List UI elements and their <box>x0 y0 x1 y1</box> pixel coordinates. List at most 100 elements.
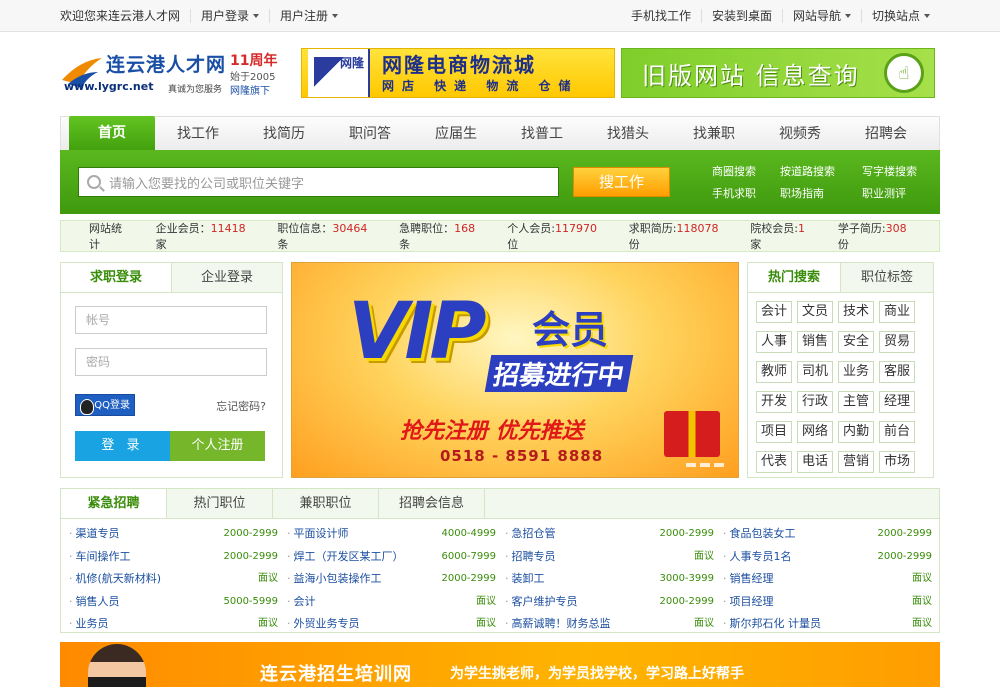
tab-hot-search[interactable]: 热门搜索 <box>748 263 841 292</box>
job-tab[interactable]: 招聘会信息 <box>379 489 485 518</box>
job-item[interactable]: 客户维护专员 2000-2999 <box>505 591 722 614</box>
ad-banner-old-site[interactable]: 旧版网站 信息查询 ☝ <box>621 48 935 98</box>
tab-jobseeker-login[interactable]: 求职登录 <box>61 263 172 292</box>
password-field[interactable]: 密码 <box>75 348 267 376</box>
job-tag[interactable]: 开发 <box>756 391 792 413</box>
nav-item[interactable]: 找普工 <box>499 118 585 150</box>
job-title[interactable]: 招聘专员 <box>505 546 556 569</box>
job-tag[interactable]: 营销 <box>838 451 874 473</box>
user-register-menu[interactable]: 用户注册 <box>269 8 348 23</box>
nav-item[interactable]: 找猎头 <box>585 118 671 150</box>
job-title[interactable]: 食品包装女工 <box>723 523 796 546</box>
job-title[interactable]: 高薪诚聘！财务总监 <box>505 613 611 636</box>
job-title[interactable]: 客户维护专员 <box>505 591 578 614</box>
nav-item[interactable]: 职问答 <box>327 118 413 150</box>
job-title[interactable]: 渠道专员 <box>69 523 120 546</box>
quick-link[interactable]: 按道路搜索 <box>780 163 862 179</box>
quick-link[interactable]: 手机求职 <box>712 185 780 201</box>
install-desktop-link[interactable]: 安装到桌面 <box>700 8 782 23</box>
job-item[interactable]: 焊工（开发区某工厂） 6000-7999 <box>287 546 504 569</box>
job-tag[interactable]: 人事 <box>756 331 792 353</box>
job-item[interactable]: 急招仓管 2000-2999 <box>505 523 722 546</box>
job-item[interactable]: 益海小包装操作工 2000-2999 <box>287 568 504 591</box>
ad-banner-logistics[interactable]: 网隆 网隆电商物流城 网店 快递 物流 仓储 <box>301 48 615 98</box>
job-item[interactable]: 装卸工 3000-3999 <box>505 568 722 591</box>
job-title[interactable]: 斯尔邦石化 计量员 <box>723 613 822 636</box>
job-item[interactable]: 食品包装女工 2000-2999 <box>723 523 940 546</box>
job-item[interactable]: 渠道专员 2000-2999 <box>69 523 286 546</box>
job-title[interactable]: 装卸工 <box>505 568 545 591</box>
job-title[interactable]: 销售经理 <box>723 568 774 591</box>
job-item[interactable]: 平面设计师 4000-4999 <box>287 523 504 546</box>
job-tag[interactable]: 教师 <box>756 361 792 383</box>
job-item[interactable]: 斯尔邦石化 计量员 面议 <box>723 613 940 636</box>
job-title[interactable]: 外贸业务专员 <box>287 613 360 636</box>
nav-item[interactable]: 找兼职 <box>671 118 757 150</box>
mobile-job-link[interactable]: 手机找工作 <box>621 9 701 23</box>
job-tag[interactable]: 技术 <box>838 301 874 323</box>
forgot-password-link[interactable]: 忘记密码? <box>216 398 266 414</box>
vip-banner[interactable]: VIP 会员 招募进行中 抢先注册 优先推送 0518 - 8591 8888 <box>291 262 739 478</box>
training-banner[interactable]: 连云港招生培训网 为学生挑老师，为学员找学校，学习路上好帮手 <box>60 642 940 687</box>
job-tab[interactable]: 热门职位 <box>167 489 273 518</box>
nav-item[interactable]: 应届生 <box>413 118 499 150</box>
nav-item[interactable]: 找简历 <box>241 118 327 150</box>
job-title[interactable]: 项目经理 <box>723 591 774 614</box>
account-field[interactable]: 帐号 <box>75 306 267 334</box>
login-button[interactable]: 登 录 <box>75 431 170 461</box>
quick-link[interactable]: 职场指南 <box>780 185 862 201</box>
job-tag[interactable]: 贸易 <box>879 331 915 353</box>
quick-link[interactable]: 商圈搜索 <box>712 163 780 179</box>
job-title[interactable]: 会计 <box>287 591 316 614</box>
job-tag[interactable]: 司机 <box>797 361 833 383</box>
job-tab[interactable]: 紧急招聘 <box>61 489 167 518</box>
job-tag[interactable]: 市场 <box>879 451 915 473</box>
search-input[interactable]: 请输入您要找的公司或职位关键字 <box>78 167 560 197</box>
job-tag[interactable]: 安全 <box>838 331 874 353</box>
job-tag[interactable]: 会计 <box>756 301 792 323</box>
job-tag[interactable]: 代表 <box>756 451 792 473</box>
site-nav-menu[interactable]: 网站导航 <box>781 8 861 23</box>
job-tag[interactable]: 主管 <box>838 391 874 413</box>
carousel-dots[interactable] <box>686 463 724 467</box>
job-item[interactable]: 销售经理 面议 <box>723 568 940 591</box>
job-title[interactable]: 车间操作工 <box>69 546 131 569</box>
job-title[interactable]: 业务员 <box>69 613 109 636</box>
nav-item[interactable]: 视频秀 <box>757 118 843 150</box>
job-item[interactable]: 机修(航天新材料) 面议 <box>69 568 286 591</box>
job-item[interactable]: 销售人员 5000-5999 <box>69 591 286 614</box>
job-item[interactable]: 项目经理 面议 <box>723 591 940 614</box>
switch-site-menu[interactable]: 切换站点 <box>860 8 940 23</box>
job-tag[interactable]: 内勤 <box>838 421 874 443</box>
job-title[interactable]: 机修(航天新材料) <box>69 568 162 591</box>
job-tag[interactable]: 项目 <box>756 421 792 443</box>
job-item[interactable]: 车间操作工 2000-2999 <box>69 546 286 569</box>
job-tag[interactable]: 行政 <box>797 391 833 413</box>
quick-link[interactable]: 写字楼搜索 <box>862 163 940 179</box>
nav-item[interactable]: 找工作 <box>155 118 241 150</box>
job-tag[interactable]: 网络 <box>797 421 833 443</box>
job-title[interactable]: 焊工（开发区某工厂） <box>287 546 404 569</box>
job-tag[interactable]: 经理 <box>879 391 915 413</box>
search-job-button[interactable]: 搜工作 <box>573 167 670 197</box>
nav-item[interactable]: 首页 <box>69 116 155 150</box>
job-tag[interactable]: 商业 <box>879 301 915 323</box>
job-tag[interactable]: 销售 <box>797 331 833 353</box>
job-tag[interactable]: 前台 <box>879 421 915 443</box>
job-item[interactable]: 招聘专员 面议 <box>505 546 722 569</box>
job-tag[interactable]: 文员 <box>797 301 833 323</box>
job-tag[interactable]: 客服 <box>879 361 915 383</box>
tab-job-tags[interactable]: 职位标签 <box>841 263 933 292</box>
tab-company-login[interactable]: 企业登录 <box>172 263 282 292</box>
job-item[interactable]: 人事专员1名 2000-2999 <box>723 546 940 569</box>
job-item[interactable]: 会计 面议 <box>287 591 504 614</box>
job-title[interactable]: 销售人员 <box>69 591 120 614</box>
job-item[interactable]: 高薪诚聘！财务总监 面议 <box>505 613 722 636</box>
quick-link[interactable]: 职业测评 <box>862 185 940 201</box>
site-logo[interactable]: 连云港人才网 www.lygrc.net 真诚为您服务 11周年 始于2005 … <box>60 44 295 102</box>
job-title[interactable]: 平面设计师 <box>287 523 349 546</box>
job-item[interactable]: 业务员 面议 <box>69 613 286 636</box>
job-tag[interactable]: 业务 <box>838 361 874 383</box>
job-title[interactable]: 急招仓管 <box>505 523 556 546</box>
job-title[interactable]: 益海小包装操作工 <box>287 568 382 591</box>
